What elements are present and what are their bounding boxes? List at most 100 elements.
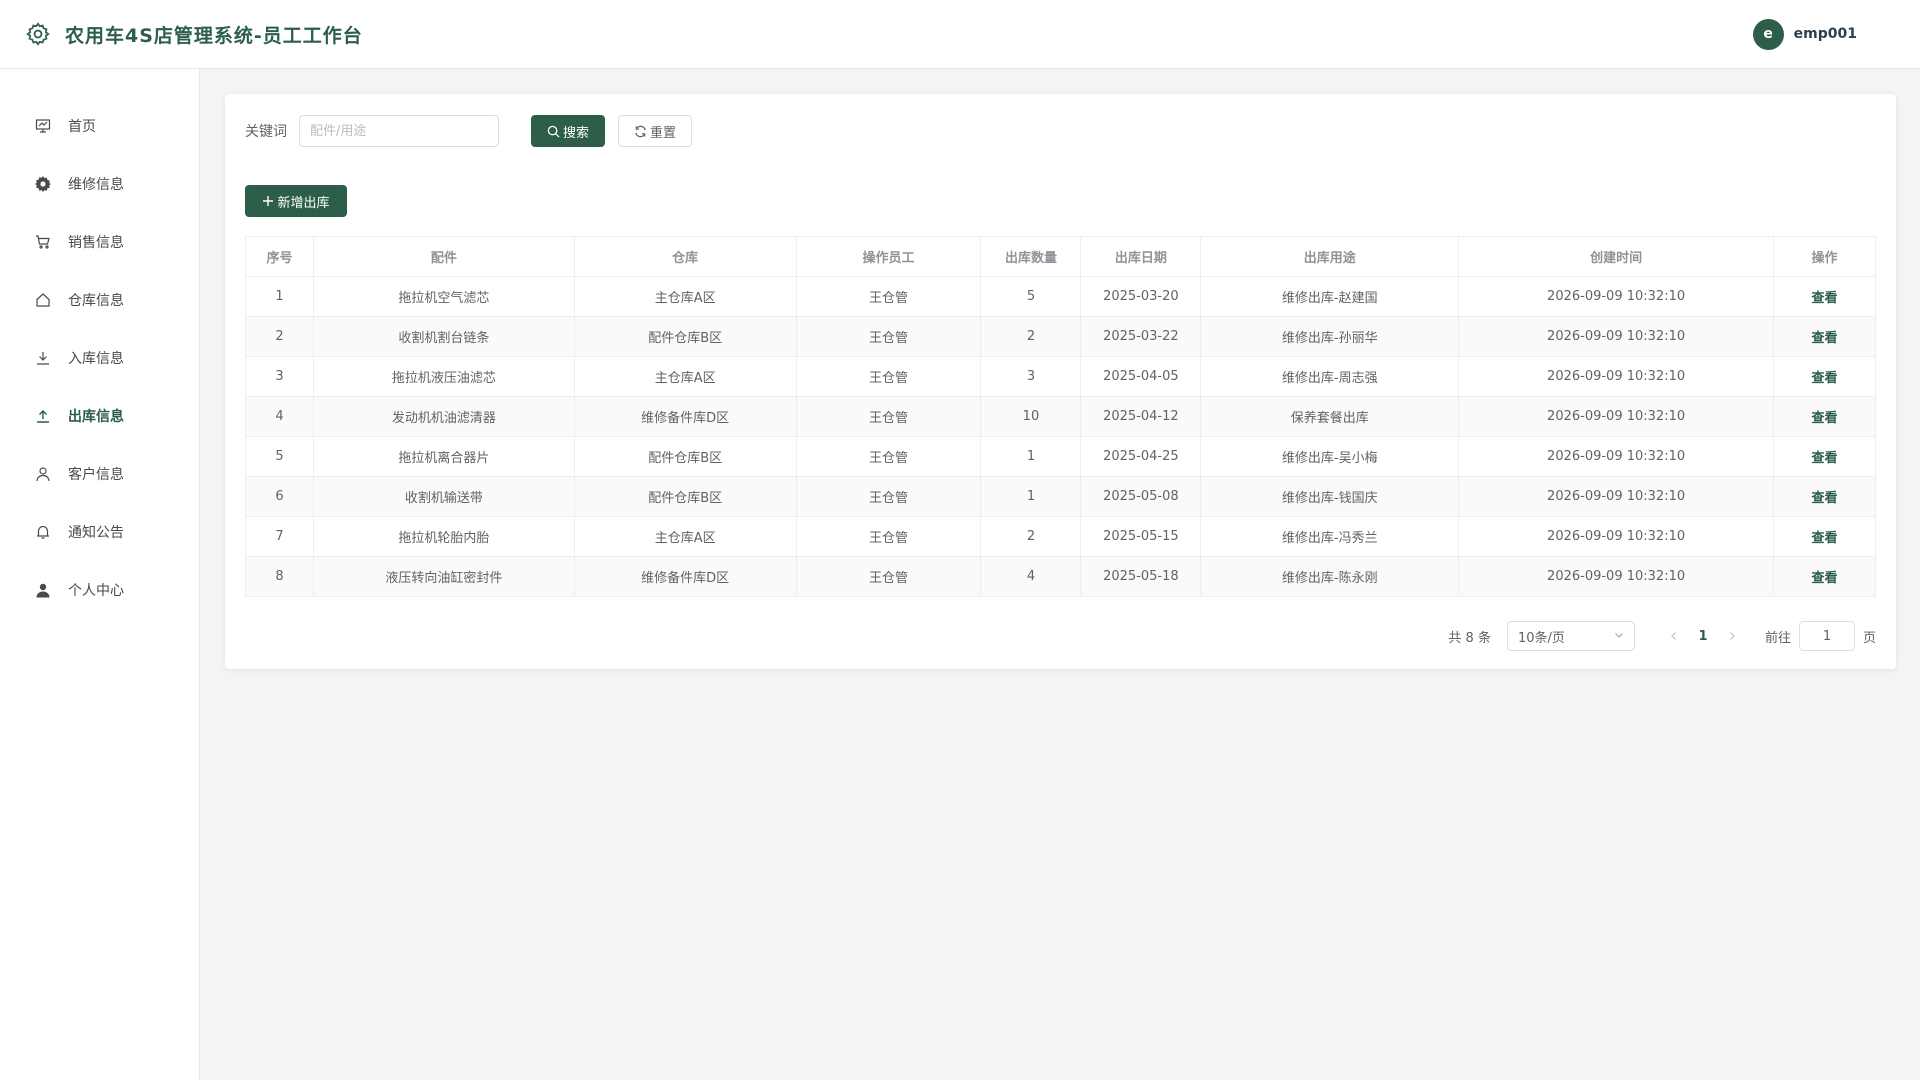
cell-created: 2026-09-09 10:32:10 xyxy=(1458,276,1774,317)
keyword-input[interactable] xyxy=(299,115,499,147)
page-size-select[interactable]: 10条/页 xyxy=(1506,621,1635,651)
view-link[interactable]: 查看 xyxy=(1773,316,1876,357)
col-header-part: 配件 xyxy=(312,236,575,277)
add-button-label: 新增出库 xyxy=(277,195,330,211)
col-header-created: 创建时间 xyxy=(1458,236,1774,277)
reset-button[interactable]: 重置 xyxy=(618,115,692,147)
avatar[interactable]: e xyxy=(1752,18,1784,50)
cell-created: 2026-09-09 10:32:10 xyxy=(1458,516,1774,557)
cell-quantity: 3 xyxy=(980,356,1082,397)
presentation-icon xyxy=(34,117,52,135)
cell-index: 6 xyxy=(245,476,314,517)
chevron-down-icon xyxy=(1614,629,1624,644)
cell-created: 2026-09-09 10:32:10 xyxy=(1458,316,1774,357)
view-link[interactable]: 查看 xyxy=(1773,556,1876,597)
main-content: 关键词 搜索 重置 新增出库 xyxy=(225,94,1896,669)
view-link[interactable]: 查看 xyxy=(1773,396,1876,437)
goto-page-input[interactable] xyxy=(1798,621,1855,651)
app-title: 农用车4S店管理系统-员工工作台 xyxy=(65,24,363,47)
cell-created: 2026-09-09 10:32:10 xyxy=(1458,436,1774,477)
chevron-left-icon xyxy=(1671,632,1676,640)
pagination: 共 8 条 10条/页 1 前往 页 xyxy=(245,620,1876,652)
house-icon xyxy=(34,291,52,309)
sidebar-item-home[interactable]: 首页 xyxy=(0,97,199,155)
prev-page-button[interactable] xyxy=(1659,621,1689,651)
cell-purpose: 维修出库-孙丽华 xyxy=(1200,316,1460,357)
user-icon xyxy=(34,465,52,483)
cell-purpose: 维修出库-赵建国 xyxy=(1200,276,1460,317)
cell-operator: 王仓管 xyxy=(795,476,982,517)
cell-warehouse: 维修备件库D区 xyxy=(573,556,797,597)
cell-warehouse: 配件仓库B区 xyxy=(573,436,797,477)
cell-operator: 王仓管 xyxy=(795,516,982,557)
cell-operator: 王仓管 xyxy=(795,316,982,357)
cell-date: 2025-04-12 xyxy=(1080,396,1202,437)
cell-warehouse: 主仓库A区 xyxy=(573,356,797,397)
search-button[interactable]: 搜索 xyxy=(531,115,605,147)
next-page-button[interactable] xyxy=(1717,621,1747,651)
toolbar: 新增出库 xyxy=(245,185,1876,217)
table-header-row: 序号 配件 仓库 操作员工 出库数量 出库日期 出库用途 创建时间 操作 xyxy=(245,236,1876,277)
view-link[interactable]: 查看 xyxy=(1773,476,1876,517)
cell-purpose: 维修出库-冯秀兰 xyxy=(1200,516,1460,557)
sidebar: 首页 维修信息 销售信息 仓库信息 入库信息 出库信息 客户信息 通知公告 个人… xyxy=(0,69,200,1080)
view-link[interactable]: 查看 xyxy=(1773,516,1876,557)
cell-created: 2026-09-09 10:32:10 xyxy=(1458,476,1774,517)
sidebar-item-notices[interactable]: 通知公告 xyxy=(0,503,199,561)
sidebar-item-inbound[interactable]: 入库信息 xyxy=(0,329,199,387)
cell-created: 2026-09-09 10:32:10 xyxy=(1458,356,1774,397)
col-header-action: 操作 xyxy=(1773,236,1876,277)
upload-icon xyxy=(34,407,52,425)
col-header-quantity: 出库数量 xyxy=(980,236,1082,277)
sidebar-item-label: 个人中心 xyxy=(68,583,124,599)
gear-logo-icon xyxy=(26,22,50,46)
top-header: 农用车4S店管理系统-员工工作台 e emp001 xyxy=(0,0,1920,69)
page-size-value: 10条/页 xyxy=(1517,630,1565,646)
sidebar-item-label: 通知公告 xyxy=(68,525,124,541)
cell-purpose: 维修出库-周志强 xyxy=(1200,356,1460,397)
sidebar-item-label: 首页 xyxy=(68,119,96,135)
sidebar-item-repair[interactable]: 维修信息 xyxy=(0,155,199,213)
username[interactable]: emp001 xyxy=(1794,26,1857,42)
cart-icon xyxy=(34,233,52,251)
table-row: 1 拖拉机空气滤芯 主仓库A区 王仓管 5 2025-03-20 维修出库-赵建国 2026-… xyxy=(245,276,1876,317)
table-row: 8 液压转向油缸密封件 维修备件库D区 王仓管 4 2025-05-18 维修出库-陈永刚 2… xyxy=(245,556,1876,597)
bell-icon xyxy=(34,523,52,541)
search-bar: 关键词 搜索 重置 xyxy=(245,115,1876,147)
table-row: 6 收割机输送带 配件仓库B区 王仓管 1 2025-05-08 维修出库-钱国庆 2026-… xyxy=(245,476,1876,517)
search-button-label: 搜索 xyxy=(562,125,589,141)
col-header-purpose: 出库用途 xyxy=(1200,236,1460,277)
sidebar-item-outbound[interactable]: 出库信息 xyxy=(0,387,199,445)
sidebar-item-warehouse[interactable]: 仓库信息 xyxy=(0,271,199,329)
sidebar-item-sales[interactable]: 销售信息 xyxy=(0,213,199,271)
user-menu[interactable]: e emp001 xyxy=(1752,18,1857,50)
view-link[interactable]: 查看 xyxy=(1773,276,1876,317)
view-link[interactable]: 查看 xyxy=(1773,356,1876,397)
table-row: 4 发动机机油滤清器 维修备件库D区 王仓管 10 2025-04-12 保养套餐出库 202… xyxy=(245,396,1876,437)
col-header-warehouse: 仓库 xyxy=(573,236,797,277)
cell-index: 1 xyxy=(245,276,314,317)
cell-part: 拖拉机液压油滤芯 xyxy=(312,356,575,397)
refresh-icon xyxy=(634,125,647,138)
cell-date: 2025-04-25 xyxy=(1080,436,1202,477)
cell-purpose: 维修出库-吴小梅 xyxy=(1200,436,1460,477)
cell-operator: 王仓管 xyxy=(795,436,982,477)
view-link[interactable]: 查看 xyxy=(1773,436,1876,477)
sidebar-item-profile[interactable]: 个人中心 xyxy=(0,561,199,619)
download-icon xyxy=(34,349,52,367)
user-filled-icon xyxy=(34,581,52,599)
page-number-current[interactable]: 1 xyxy=(1689,621,1717,651)
add-outbound-button[interactable]: 新增出库 xyxy=(245,185,347,217)
cell-part: 拖拉机空气滤芯 xyxy=(312,276,575,317)
plus-icon xyxy=(262,195,274,207)
cell-warehouse: 维修备件库D区 xyxy=(573,396,797,437)
cell-index: 8 xyxy=(245,556,314,597)
sidebar-item-label: 仓库信息 xyxy=(68,293,124,309)
sidebar-item-customers[interactable]: 客户信息 xyxy=(0,445,199,503)
cell-purpose: 维修出库-陈永刚 xyxy=(1200,556,1460,597)
cell-created: 2026-09-09 10:32:10 xyxy=(1458,396,1774,437)
cell-quantity: 4 xyxy=(980,556,1082,597)
gear-icon xyxy=(34,175,52,193)
page-suffix: 页 xyxy=(1862,630,1876,646)
cell-date: 2025-05-18 xyxy=(1080,556,1202,597)
